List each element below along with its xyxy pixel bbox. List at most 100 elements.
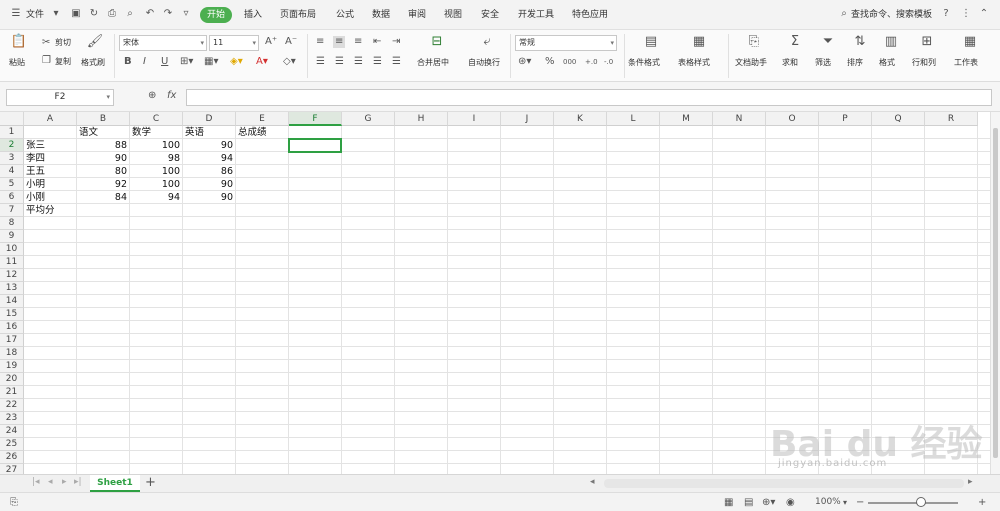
- fill-color-icon[interactable]: ◈▾: [230, 56, 243, 68]
- more-icon[interactable]: ⋮: [960, 8, 972, 20]
- column-header[interactable]: A: [24, 112, 77, 126]
- filter-button[interactable]: 筛选: [815, 58, 831, 68]
- cell-d1[interactable]: 英语: [183, 126, 236, 139]
- cell-d2[interactable]: 90: [183, 139, 236, 152]
- cell-d4[interactable]: 86: [183, 165, 236, 178]
- clear-icon[interactable]: ◇▾: [283, 56, 296, 68]
- decimal-increase-icon[interactable]: +.0: [585, 56, 598, 68]
- row-header[interactable]: 11: [0, 256, 24, 269]
- sum-button[interactable]: 求和: [782, 58, 798, 68]
- table-style-icon[interactable]: ▦: [690, 34, 708, 50]
- format-painter-icon[interactable]: 🖌: [86, 34, 104, 50]
- horizontal-scrollbar[interactable]: [604, 479, 964, 488]
- undo-icon[interactable]: ↶: [144, 8, 156, 20]
- name-box[interactable]: F2 ▾: [6, 89, 114, 106]
- formula-input[interactable]: [186, 89, 992, 106]
- border-icon[interactable]: ⊞▾: [180, 56, 193, 68]
- align-center-icon[interactable]: ☰: [335, 56, 344, 68]
- filter-icon[interactable]: ⏷: [819, 34, 837, 50]
- column-header[interactable]: R: [925, 112, 978, 126]
- row-header[interactable]: 14: [0, 295, 24, 308]
- cell-b1[interactable]: 语文: [77, 126, 130, 139]
- column-header[interactable]: H: [395, 112, 448, 126]
- row-header[interactable]: 3: [0, 152, 24, 165]
- paste-button[interactable]: 粘贴: [9, 58, 25, 68]
- row-col-button[interactable]: 行和列: [912, 58, 936, 68]
- zoom-in-icon[interactable]: +: [978, 496, 986, 509]
- column-header[interactable]: E: [236, 112, 289, 126]
- table-style-button[interactable]: 表格样式: [678, 58, 710, 68]
- search-command[interactable]: 查找命令、搜索模板: [851, 8, 932, 22]
- column-header[interactable]: O: [766, 112, 819, 126]
- row-header[interactable]: 2: [0, 139, 24, 152]
- align-right-icon[interactable]: ☰: [354, 56, 363, 68]
- chevron-down-icon[interactable]: ▾: [843, 496, 847, 509]
- row-header[interactable]: 18: [0, 347, 24, 360]
- tab-security[interactable]: 安全: [481, 8, 499, 22]
- conditional-format-icon[interactable]: ▤: [642, 34, 660, 50]
- cell-d3[interactable]: 94: [183, 152, 236, 165]
- conditional-format-button[interactable]: 条件格式: [628, 58, 660, 68]
- column-header[interactable]: Q: [872, 112, 925, 126]
- font-size-select[interactable]: 11 ▾: [209, 35, 259, 51]
- merge-center-icon[interactable]: ⊟: [428, 34, 446, 50]
- eye-protection-icon[interactable]: ◉: [786, 496, 795, 509]
- column-header[interactable]: I: [448, 112, 501, 126]
- format-button[interactable]: 格式: [879, 58, 895, 68]
- normal-view-icon[interactable]: ▦: [724, 496, 733, 509]
- column-header[interactable]: J: [501, 112, 554, 126]
- sort-button[interactable]: 排序: [847, 58, 863, 68]
- column-header[interactable]: G: [342, 112, 395, 126]
- active-cell-f2[interactable]: [288, 138, 342, 153]
- bold-icon[interactable]: B: [124, 56, 132, 68]
- column-header[interactable]: D: [183, 112, 236, 126]
- row-header[interactable]: 15: [0, 308, 24, 321]
- save-as-icon[interactable]: ↻: [88, 8, 100, 20]
- worksheet-button[interactable]: 工作表: [954, 58, 978, 68]
- column-header[interactable]: C: [130, 112, 183, 126]
- cell-a2[interactable]: 张三: [24, 139, 77, 152]
- justify-icon[interactable]: ☰: [373, 56, 382, 68]
- scroll-right-icon[interactable]: ▸: [968, 477, 973, 487]
- align-middle-icon[interactable]: ≡: [333, 36, 346, 48]
- cell-c4[interactable]: 100: [130, 165, 183, 178]
- cell-c3[interactable]: 98: [130, 152, 183, 165]
- zoom-out-icon[interactable]: −: [856, 496, 864, 509]
- row-header[interactable]: 5: [0, 178, 24, 191]
- cell-c1[interactable]: 数学: [130, 126, 183, 139]
- page-break-view-icon[interactable]: ⊕▾: [762, 496, 775, 509]
- add-sheet-icon[interactable]: +: [145, 475, 156, 490]
- vertical-scroll-thumb[interactable]: [993, 128, 998, 458]
- row-header[interactable]: 9: [0, 230, 24, 243]
- tab-formula[interactable]: 公式: [336, 8, 354, 22]
- print-icon[interactable]: ⎙: [106, 8, 118, 20]
- sheet-tab-sheet1[interactable]: Sheet1: [90, 475, 140, 492]
- row-header[interactable]: 24: [0, 425, 24, 438]
- copy-button[interactable]: 复制: [55, 57, 71, 67]
- format-icon[interactable]: ▥: [882, 34, 900, 50]
- row-header[interactable]: 17: [0, 334, 24, 347]
- tab-insert[interactable]: 插入: [244, 8, 262, 22]
- cell-b3[interactable]: 90: [77, 152, 130, 165]
- zoom-slider[interactable]: [868, 502, 958, 504]
- cell-a6[interactable]: 小刚: [24, 191, 77, 204]
- row-header[interactable]: 19: [0, 360, 24, 373]
- indent-decrease-icon[interactable]: ⇤: [373, 36, 381, 48]
- row-header[interactable]: 25: [0, 438, 24, 451]
- wrap-text-icon[interactable]: ⤶: [478, 34, 496, 50]
- align-bottom-icon[interactable]: ≡: [354, 36, 362, 48]
- indent-increase-icon[interactable]: ⇥: [392, 36, 400, 48]
- cell-b4[interactable]: 80: [77, 165, 130, 178]
- font-name-select[interactable]: 宋体 ▾: [119, 35, 207, 51]
- row-header[interactable]: 23: [0, 412, 24, 425]
- tab-data[interactable]: 数据: [372, 8, 390, 22]
- save-icon[interactable]: ▣: [70, 8, 82, 20]
- cell-b2[interactable]: 88: [77, 139, 130, 152]
- redo-icon[interactable]: ↷: [162, 8, 174, 20]
- sort-icon[interactable]: ⇅: [851, 34, 869, 50]
- doc-assistant-icon[interactable]: ⎘: [745, 34, 763, 50]
- scissors-icon[interactable]: ✂: [42, 37, 50, 49]
- font-shrink-icon[interactable]: A⁻: [285, 36, 297, 48]
- cell-a4[interactable]: 王五: [24, 165, 77, 178]
- italic-icon[interactable]: I: [143, 56, 146, 68]
